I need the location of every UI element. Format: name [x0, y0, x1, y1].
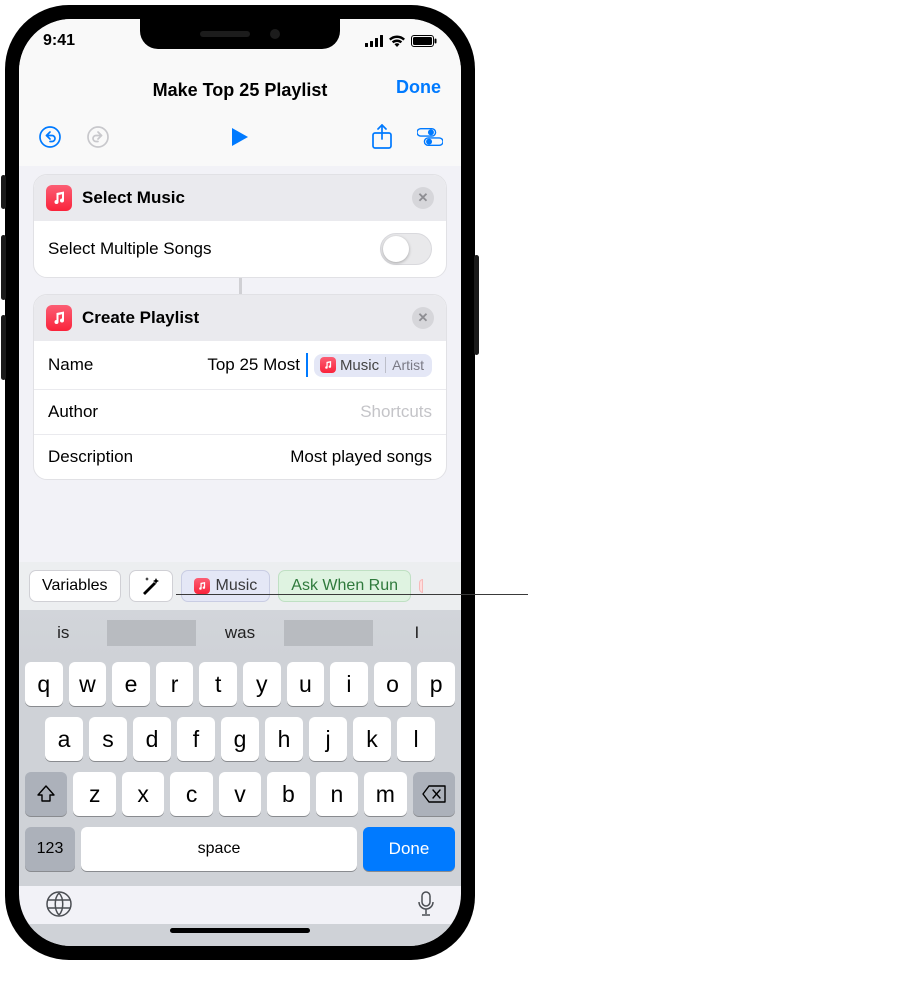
select-multiple-toggle[interactable]: [380, 233, 432, 265]
action-select-music: Select Music ✕ Select Multiple Songs: [33, 174, 447, 278]
volume-down-button: [1, 315, 6, 380]
key-p[interactable]: p: [417, 662, 455, 706]
keyboard-suggestions: is was I: [19, 610, 461, 656]
music-variable-chip[interactable]: Music: [181, 570, 271, 602]
key-m[interactable]: m: [364, 772, 406, 816]
key-k[interactable]: k: [353, 717, 391, 761]
magic-variable-button[interactable]: [129, 570, 173, 602]
key-v[interactable]: v: [219, 772, 261, 816]
power-button: [474, 255, 479, 355]
suggestion-1[interactable]: is: [19, 610, 107, 656]
keyboard-bottom-row: [19, 886, 461, 924]
key-y[interactable]: y: [243, 662, 281, 706]
remove-action-button[interactable]: ✕: [412, 307, 434, 329]
cellular-icon: [365, 35, 383, 47]
key-c[interactable]: c: [170, 772, 212, 816]
action-title: Select Music: [82, 188, 185, 208]
shift-key[interactable]: [25, 772, 67, 816]
key-s[interactable]: s: [89, 717, 127, 761]
home-indicator: [19, 924, 461, 946]
suggestion-2[interactable]: was: [196, 610, 284, 656]
name-label: Name: [48, 355, 93, 375]
share-button[interactable]: [369, 124, 395, 150]
numbers-key[interactable]: 123: [25, 827, 75, 871]
key-g[interactable]: g: [221, 717, 259, 761]
key-z[interactable]: z: [73, 772, 115, 816]
ask-when-run-chip[interactable]: Ask When Run: [278, 570, 411, 602]
key-n[interactable]: n: [316, 772, 358, 816]
backspace-key[interactable]: [413, 772, 455, 816]
music-app-icon: [46, 305, 72, 331]
notch: [140, 19, 340, 49]
mute-switch: [1, 175, 6, 209]
name-field[interactable]: Top 25 Most Music Artist: [93, 353, 432, 377]
token-property: Artist: [385, 357, 424, 373]
settings-button[interactable]: [417, 124, 443, 150]
author-field[interactable]: Shortcuts: [360, 402, 432, 422]
shortcut-canvas: Select Music ✕ Select Multiple Songs: [19, 166, 461, 562]
key-d[interactable]: d: [133, 717, 171, 761]
select-multiple-label: Select Multiple Songs: [48, 239, 211, 259]
keyboard: q w e r t y u i o p a s d f g h: [19, 656, 461, 886]
space-key[interactable]: space: [81, 827, 357, 871]
key-l[interactable]: l: [397, 717, 435, 761]
redo-button: [85, 124, 111, 150]
undo-button[interactable]: [37, 124, 63, 150]
dictation-key[interactable]: [417, 891, 435, 922]
key-i[interactable]: i: [330, 662, 368, 706]
page-title: Make Top 25 Playlist: [153, 80, 328, 101]
variables-button[interactable]: Variables: [29, 570, 121, 602]
action-title: Create Playlist: [82, 308, 199, 328]
description-label: Description: [48, 447, 133, 467]
battery-icon: [411, 35, 437, 47]
done-button[interactable]: Done: [396, 77, 441, 98]
author-label: Author: [48, 402, 98, 422]
chip-label: Music: [216, 577, 258, 595]
remove-action-button[interactable]: ✕: [412, 187, 434, 209]
key-o[interactable]: o: [374, 662, 412, 706]
key-t[interactable]: t: [199, 662, 237, 706]
key-a[interactable]: a: [45, 717, 83, 761]
key-u[interactable]: u: [287, 662, 325, 706]
suggestion-3[interactable]: I: [373, 610, 461, 656]
key-r[interactable]: r: [156, 662, 194, 706]
music-app-icon: [46, 185, 72, 211]
variable-token-music[interactable]: Music Artist: [314, 354, 432, 377]
key-w[interactable]: w: [69, 662, 107, 706]
key-h[interactable]: h: [265, 717, 303, 761]
wifi-icon: [388, 35, 406, 47]
emoji-key[interactable]: [45, 890, 73, 923]
volume-up-button: [1, 235, 6, 300]
action-create-playlist: Create Playlist ✕ Name Top 25 Most Music…: [33, 294, 447, 480]
keyboard-done-key[interactable]: Done: [363, 827, 455, 871]
editor-toolbar: [19, 114, 461, 166]
callout-line: [176, 594, 528, 595]
music-app-icon: [320, 357, 336, 373]
text-cursor: [306, 353, 308, 377]
key-b[interactable]: b: [267, 772, 309, 816]
key-f[interactable]: f: [177, 717, 215, 761]
music-app-icon: [194, 578, 210, 594]
status-time: 9:41: [43, 32, 75, 50]
key-j[interactable]: j: [309, 717, 347, 761]
overflow-chip[interactable]: [419, 579, 423, 593]
variable-bar: Variables Music Ask When Run: [19, 562, 461, 610]
key-q[interactable]: q: [25, 662, 63, 706]
name-text: Top 25 Most: [207, 355, 300, 375]
run-button[interactable]: [227, 124, 253, 150]
key-x[interactable]: x: [122, 772, 164, 816]
key-e[interactable]: e: [112, 662, 150, 706]
description-field[interactable]: Most played songs: [290, 447, 432, 467]
token-label: Music: [340, 357, 379, 374]
action-connector: [239, 278, 242, 294]
